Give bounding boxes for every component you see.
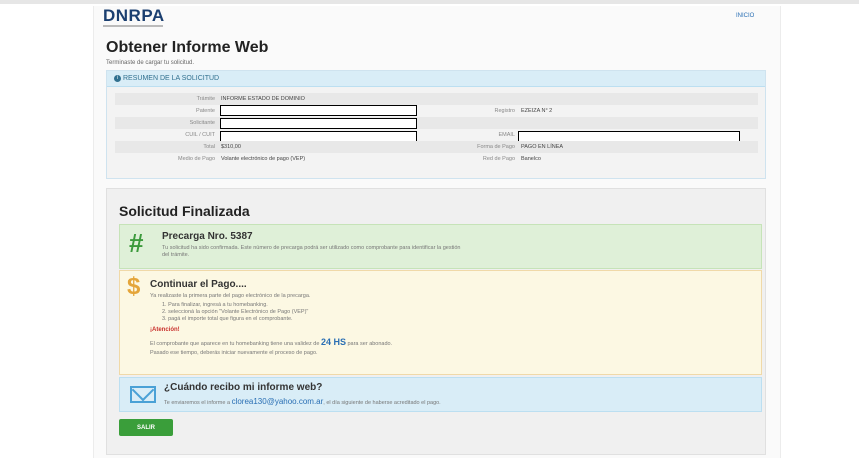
table-row: Trámite INFORME ESTADO DE DOMINIO	[115, 93, 758, 105]
precarga-text: Tu solicitud ha sido confirmada. Este nú…	[162, 245, 461, 259]
precarga-text-line2: del trámite.	[162, 252, 190, 258]
medio-pago-label: Medio de Pago	[178, 156, 215, 162]
continuar-pago-box: $ Continuar el Pago.... Ya realizaste la…	[119, 270, 762, 375]
finalizada-title: Solicitud Finalizada	[119, 203, 250, 219]
validez-value: 24 HS	[320, 337, 346, 347]
resumen-table: Trámite INFORME ESTADO DE DOMINIO Patent…	[115, 93, 758, 165]
informe-suffix: , el día siguiente de haberse acreditado…	[323, 400, 441, 406]
precarga-title: Precarga Nro. 5387	[162, 231, 253, 242]
informe-email: clorea130@yahoo.com.ar	[231, 397, 324, 406]
forma-pago-label: Forma de Pago	[477, 144, 515, 150]
registro-value: EZEIZA N° 2	[521, 108, 553, 114]
solicitante-label: Solicitante	[189, 120, 215, 126]
solicitud-finalizada-panel: Solicitud Finalizada # Precarga Nro. 538…	[106, 188, 766, 455]
redacted-patente	[220, 105, 417, 116]
informe-box: ¿Cuándo recibo mi informe web? Te enviar…	[119, 377, 762, 412]
cuil-label: CUIL / CUIT	[185, 132, 215, 138]
table-row: Solicitante	[115, 117, 758, 129]
redacted-solicitante	[220, 118, 417, 129]
resumen-title: RESUMEN DE LA SOLICITUD	[123, 75, 220, 82]
informe-line: Te enviaremos el informe a clorea130@yah…	[164, 398, 441, 407]
total-label: Total	[203, 144, 215, 150]
precarga-text-line1: Tu solicitud ha sido confirmada. Este nú…	[162, 245, 461, 251]
inicio-link[interactable]: INICIO	[736, 13, 754, 19]
atencion-label: ¡Atención!	[150, 327, 180, 333]
resumen-header: i RESUMEN DE LA SOLICITUD	[107, 71, 765, 87]
precarga-box: # Precarga Nro. 5387 Tu solicitud ha sid…	[119, 224, 762, 269]
red-pago-value: Banelco	[521, 156, 541, 162]
validez-suffix: para ser abonado.	[347, 341, 393, 347]
informe-text: Te enviaremos el informe a	[164, 400, 231, 406]
total-value: $310,00	[221, 144, 241, 150]
pago-step-2: 2. seleccioná la opción "Volante Electró…	[162, 309, 309, 315]
informe-title: ¿Cuándo recibo mi informe web?	[164, 382, 323, 393]
validez-text-2: Pasado ese tiempo, deberás iniciar nueva…	[150, 350, 318, 356]
email-label: EMAIL	[498, 132, 515, 138]
table-row: CUIL / CUIT EMAIL	[115, 129, 758, 142]
medio-pago-value: Volante electrónico de pago (VEP)	[221, 156, 306, 162]
registro-label: Registro	[494, 108, 515, 114]
resumen-panel: i RESUMEN DE LA SOLICITUD Trámite INFORME…	[106, 70, 766, 179]
page-title: Obtener Informe Web	[106, 39, 269, 56]
pago-steps: 1. Para finalizar, ingresá a tu homebank…	[162, 302, 308, 323]
logo-tagline	[103, 25, 163, 27]
table-row: Total $310,00 Forma de Pago PAGO EN LÍNE…	[115, 141, 758, 153]
pago-title: Continuar el Pago....	[150, 279, 247, 290]
hash-icon: #	[129, 228, 144, 258]
red-pago-label: Red de Pago	[482, 156, 515, 162]
pago-intro: Ya realizaste la primera parte del pago …	[150, 293, 311, 299]
pago-step-1: 1. Para finalizar, ingresá a tu homebank…	[162, 302, 268, 308]
table-row: Patente Registro EZEIZA N° 2	[115, 105, 758, 117]
table-row: Medio de Pago Volante electrónico de pag…	[115, 153, 758, 165]
forma-pago-value: PAGO EN LÍNEA	[521, 144, 564, 150]
tramite-label: Trámite	[196, 96, 215, 102]
dnrpa-logo[interactable]: DNRPA	[103, 6, 165, 26]
pago-step-3: 3. pagá el importe total que figura en e…	[162, 316, 293, 322]
info-icon: i	[114, 74, 121, 82]
tramite-value: INFORME ESTADO DE DOMINIO	[221, 96, 305, 102]
page-subtitle: Terminaste de cargar tu solicitud.	[106, 60, 195, 66]
top-border	[0, 0, 859, 4]
dollar-icon: $	[127, 273, 141, 300]
salir-button[interactable]: SALIR	[119, 419, 173, 436]
patente-label: Patente	[196, 108, 215, 114]
validez-line: El comprobante que aparece en tu homeban…	[150, 337, 393, 348]
validez-text: El comprobante que aparece en tu homeban…	[150, 341, 320, 347]
envelope-icon	[130, 386, 156, 403]
